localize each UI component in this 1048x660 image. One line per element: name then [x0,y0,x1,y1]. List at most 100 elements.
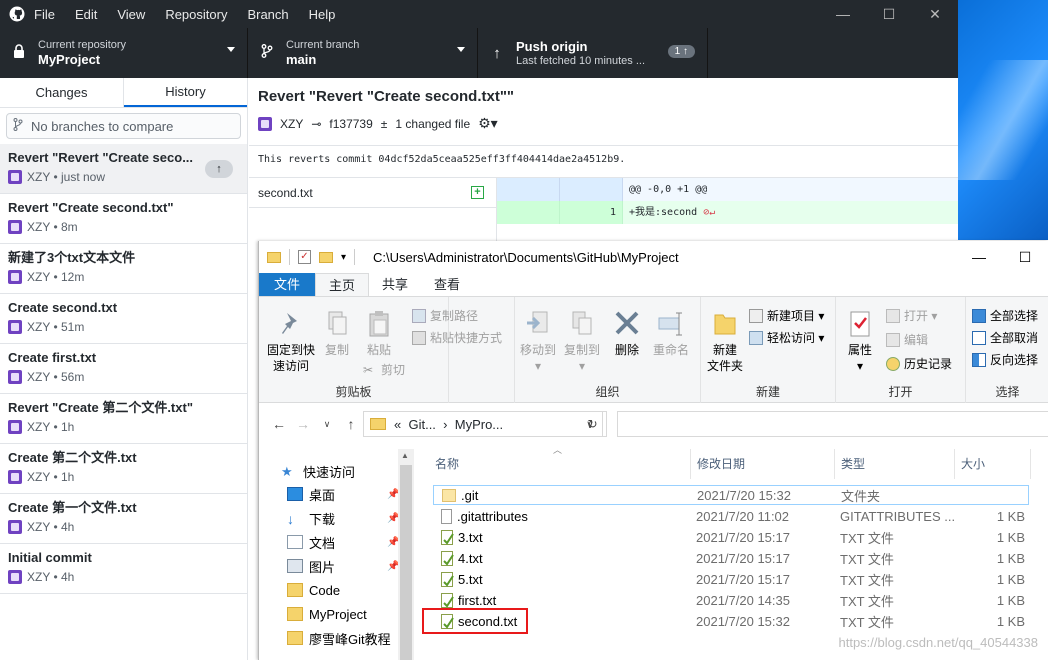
address-bar[interactable]: « Git... › MyPro... ∨ [363,411,603,437]
commit-list-item[interactable]: Create first.txt XZY • 56m [0,344,247,394]
close-icon[interactable]: ✕ [912,0,958,28]
tab-history[interactable]: History [124,78,247,107]
invert-selection-button[interactable]: 反向选择 [972,351,1038,368]
history-button[interactable]: 历史记录 [886,355,952,372]
back-arrow-icon[interactable]: ← [269,416,289,432]
column-type[interactable]: 类型 [835,449,955,479]
text-file-icon [441,551,454,566]
file-row[interactable]: .git 2021/7/20 15:32 文件夹 [433,485,1029,505]
nav-pane-scrollbar[interactable]: ▲ [398,449,414,660]
menu-help[interactable]: Help [309,7,336,22]
push-count-badge: 1 ↑ [667,45,695,58]
commit-list-item[interactable]: Create 第二个文件.txt XZY • 1h [0,444,247,494]
gear-icon[interactable]: ⚙▾ [478,115,498,132]
branch-compare-input[interactable]: No branches to compare [6,113,241,139]
nav-item[interactable]: 桌面 📌 [287,483,399,505]
commit-list-item[interactable]: Revert "Create second.txt" XZY • 8m [0,194,247,244]
column-size[interactable]: 大小 [955,449,1031,479]
folder-icon [370,418,386,430]
group-label-select: 选择 [995,385,1020,399]
desktop-icon [287,487,303,501]
diff-view: @@ -0,0 +1 @@ 1 +我是:second ⊘↵ [497,178,958,242]
copy-to-button[interactable]: 复制到▾ [561,309,603,374]
breadcrumb-git[interactable]: Git... [408,417,435,432]
nav-item[interactable]: 文档 📌 [287,531,399,553]
refresh-button[interactable]: ↻ [579,411,607,437]
move-to-button[interactable]: 移动到▾ [517,309,559,374]
tab-view[interactable]: 查看 [421,273,473,296]
copy-button[interactable]: 复制 [317,309,357,358]
commit-list-item[interactable]: Revert "Create 第二个文件.txt" XZY • 1h [0,394,247,444]
edit-button[interactable]: 编辑 [886,331,928,348]
chevron-down-icon [227,47,235,52]
breadcrumb-myproject[interactable]: MyPro... [455,417,503,432]
nav-item[interactable]: 图片 📌 [287,555,399,577]
nav-item[interactable]: ★ 快速访问 [281,460,355,482]
minimize-icon[interactable]: — [956,241,1002,273]
up-arrow-icon[interactable]: ↑ [341,416,361,432]
menu-branch[interactable]: Branch [247,7,288,22]
pin-quick-access-button[interactable]: 固定到快 速访问 [263,309,319,374]
address-prefix: « [394,416,402,432]
search-input[interactable] [617,411,1048,437]
maximize-icon[interactable]: ☐ [1002,241,1048,273]
menu-view[interactable]: View [117,7,145,22]
properties-button[interactable]: 属性 ▾ [842,309,878,374]
file-row[interactable]: 4.txt 2021/7/20 15:17 TXT 文件 1 KB [433,548,1029,569]
new-folder-button[interactable]: 新建 文件夹 [705,309,745,374]
tab-file[interactable]: 文件 [259,273,316,296]
file-date: 2021/7/20 15:17 [696,551,790,566]
properties-icon[interactable]: ✓ [298,250,311,264]
file-row[interactable]: .gitattributes 2021/7/20 11:02 GITATTRIBUT… [433,506,1029,527]
diff-added-line[interactable]: 1 +我是:second ⊘↵ [497,201,958,224]
maximize-icon[interactable]: ☐ [866,0,912,28]
column-date[interactable]: 修改日期 [691,449,835,479]
current-branch-button[interactable]: Current branch main [248,28,478,78]
push-origin-button[interactable]: ↑ Push origin Last fetched 10 minutes ...… [478,28,708,78]
commit-list-item[interactable]: Revert "Revert "Create seco... XZY • just… [0,144,247,194]
current-repository-button[interactable]: Current repository MyProject [0,28,248,78]
menu-repository[interactable]: Repository [165,7,227,22]
customize-qat-icon[interactable]: ▾ [341,252,346,263]
edit-label: 编辑 [904,333,929,347]
minimize-icon[interactable]: — [820,0,866,28]
forward-arrow-icon[interactable]: → [293,416,313,432]
scroll-up-icon[interactable]: ▲ [401,451,409,460]
tab-home[interactable]: 主页 [315,273,370,296]
window-controls: — ☐ ✕ [820,0,958,28]
commit-list-item[interactable]: Create second.txt XZY • 51m [0,294,247,344]
commit-list-item[interactable]: Initial commit XZY • 4h [0,544,247,594]
commit-list-item[interactable]: Create 第一个文件.txt XZY • 4h [0,494,247,544]
new-folder-icon[interactable] [319,251,333,263]
nav-item[interactable]: 廖雪峰Git教程 [287,627,391,649]
tab-share[interactable]: 共享 [369,273,421,296]
easy-access-label: 轻松访问 [767,331,816,345]
cut-button[interactable]: ✂ 剪切 [363,361,405,378]
nav-item[interactable]: ↓ 下载 📌 [287,507,399,529]
file-row[interactable]: 5.txt 2021/7/20 15:17 TXT 文件 1 KB [433,569,1029,590]
recent-locations-icon[interactable]: ∨ [317,419,337,430]
open-button[interactable]: 打开 ▾ [886,307,937,324]
select-all-button[interactable]: 全部选择 [972,307,1038,324]
menu-file[interactable]: File [34,7,55,22]
commit-details: Revert "Revert "Create second.txt"" XZY … [249,78,958,178]
nav-item[interactable]: Code [287,579,340,601]
paste-button[interactable]: 粘贴 [359,309,399,358]
file-row[interactable]: 3.txt 2021/7/20 15:17 TXT 文件 1 KB [433,527,1029,548]
rename-button[interactable]: 重命名 [649,309,693,358]
delete-button[interactable]: 删除 [611,309,643,358]
menu-edit[interactable]: Edit [75,7,97,22]
file-explorer-window: ✓ ▾ C:\Users\Administrator\Documents\Git… [258,241,1048,660]
changed-file-item[interactable]: second.txt + [249,178,496,208]
easy-access-button[interactable]: 轻松访问 ▾ [749,329,824,346]
scrollbar-thumb[interactable] [400,465,412,660]
new-item-button[interactable]: 新建项目 ▾ [749,307,824,324]
nav-item[interactable]: MyProject [287,603,367,625]
commit-list-item[interactable]: 新建了3个txt文本文件 XZY • 12m [0,244,247,294]
file-date: 2021/7/20 11:02 [696,509,790,524]
tab-changes[interactable]: Changes [0,78,124,107]
branch-name: main [286,51,317,67]
select-none-button[interactable]: 全部取消 [972,329,1038,346]
file-name: 5.txt [458,572,483,587]
properties-icon [846,309,874,339]
